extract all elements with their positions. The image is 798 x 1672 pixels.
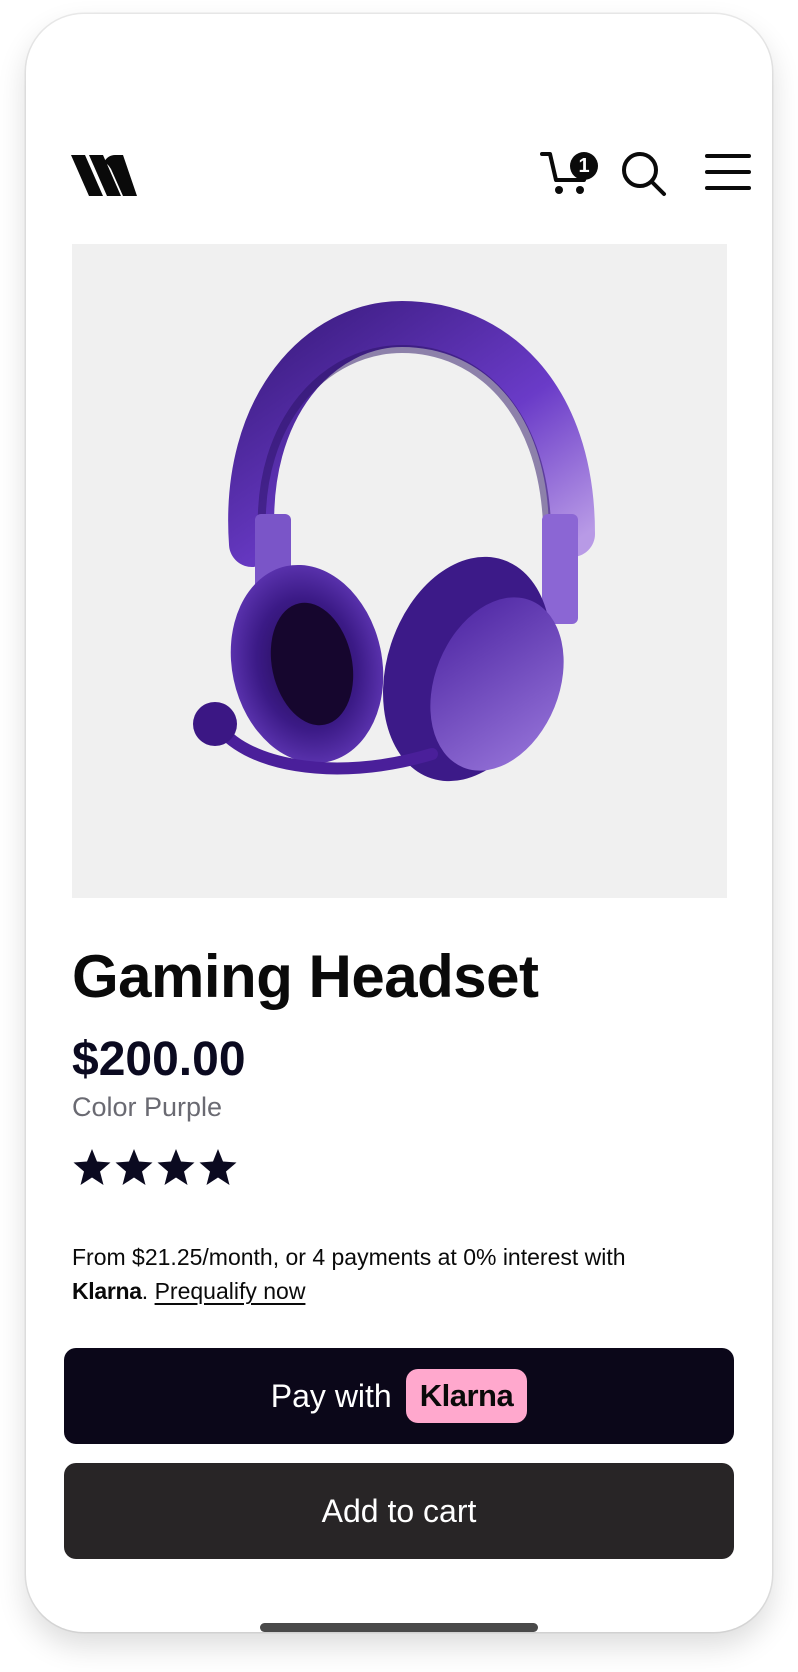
prequalify-link[interactable]: Prequalify now — [155, 1278, 306, 1304]
search-icon — [622, 152, 666, 196]
product-title: Gaming Headset — [72, 943, 539, 1010]
star-icon — [115, 1149, 153, 1185]
pay-with-label: Pay with — [270, 1377, 392, 1414]
klarna-financing-message: From $21.25/month, or 4 payments at 0% i… — [72, 1244, 626, 1304]
search-button[interactable] — [620, 150, 668, 198]
financing-text: From $21.25/month, or 4 payments at 0% i… — [72, 1244, 626, 1270]
home-indicator[interactable] — [260, 1623, 538, 1632]
cart-count-badge: 1 — [570, 152, 598, 180]
brand-logo[interactable] — [71, 152, 137, 198]
klarna-badge: Klarna — [405, 1369, 528, 1423]
phone-frame: 1 Gaming Headset $200.00 Color Purple Fr… — [26, 14, 772, 1632]
star-icon — [199, 1149, 237, 1185]
headset-illustration — [193, 300, 595, 782]
cart-button[interactable]: 1 — [540, 138, 606, 204]
pay-with-klarna-button[interactable]: Pay with Klarna — [64, 1348, 734, 1444]
hamburger-menu-icon — [705, 154, 751, 190]
add-to-cart-button[interactable]: Add to cart — [64, 1463, 734, 1559]
menu-button[interactable] — [705, 152, 751, 194]
product-image[interactable] — [72, 244, 727, 898]
star-icon — [73, 1149, 111, 1185]
product-price: $200.00 — [72, 1033, 246, 1086]
klarna-wordmark: Klarna — [72, 1278, 142, 1304]
star-icon — [157, 1149, 195, 1185]
star-rating[interactable] — [72, 1147, 238, 1191]
top-header: 1 — [71, 138, 751, 208]
product-color: Color Purple — [72, 1092, 223, 1122]
